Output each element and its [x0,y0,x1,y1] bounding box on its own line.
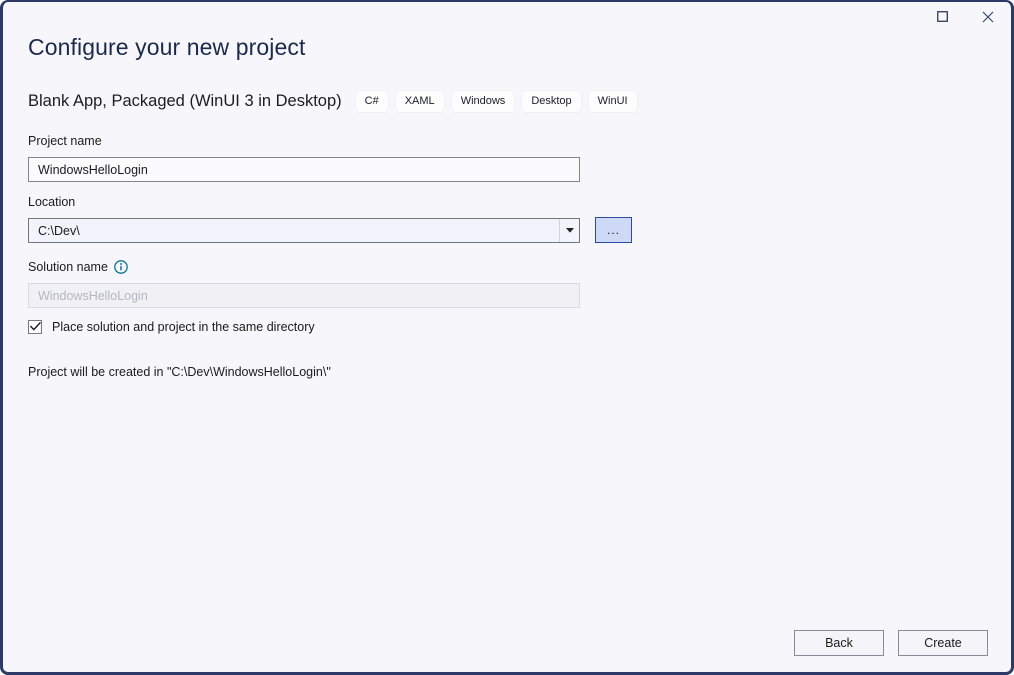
template-tag: XAML [396,91,444,112]
same-directory-checkbox-row[interactable]: Place solution and project in the same d… [28,320,315,334]
maximize-button[interactable] [919,2,965,31]
project-name-label: Project name [28,134,102,148]
template-summary-row: Blank App, Packaged (WinUI 3 in Desktop)… [28,88,637,114]
maximize-icon [937,11,948,22]
browse-location-button[interactable]: ... [595,217,632,243]
template-tag: C# [356,91,388,112]
location-combobox[interactable]: C:\Dev\ [28,218,580,243]
solution-name-label-row: Solution name [28,260,128,274]
template-name: Blank App, Packaged (WinUI 3 in Desktop) [28,92,342,111]
project-name-input[interactable]: WindowsHelloLogin [28,157,580,182]
chevron-down-icon[interactable] [559,219,579,242]
solution-name-label: Solution name [28,260,108,274]
template-tag-list: C# XAML Windows Desktop WinUI [356,91,637,112]
same-directory-label: Place solution and project in the same d… [52,320,315,334]
template-tag: Windows [452,91,515,112]
same-directory-checkbox[interactable] [28,320,42,334]
location-label: Location [28,195,75,209]
create-button[interactable]: Create [898,630,988,656]
back-button[interactable]: Back [794,630,884,656]
page-title: Configure your new project [28,34,305,61]
info-icon[interactable] [114,260,128,274]
project-path-note: Project will be created in "C:\Dev\Windo… [28,365,331,379]
location-value: C:\Dev\ [29,224,559,238]
dialog-footer: Back Create [3,630,1011,656]
checkmark-icon [30,318,41,336]
solution-name-input: WindowsHelloLogin [28,283,580,308]
template-tag: WinUI [589,91,637,112]
close-icon [982,11,994,23]
configure-project-dialog: Configure your new project Blank App, Pa… [0,0,1014,675]
template-tag: Desktop [522,91,580,112]
close-button[interactable] [965,2,1011,31]
title-bar [3,2,1011,32]
